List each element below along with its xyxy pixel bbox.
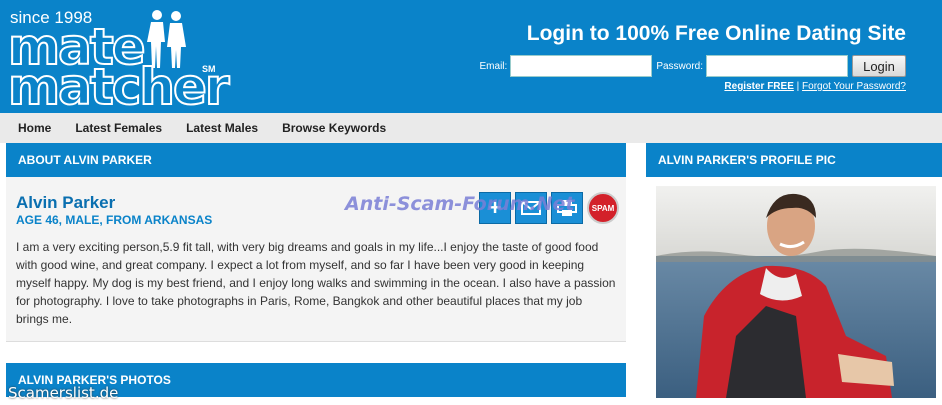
watermark-scamerslist: Scamerslist.de [8,384,119,402]
nav-item-latest-females[interactable]: Latest Females [75,121,162,135]
nav-item-browse-keywords[interactable]: Browse Keywords [282,121,386,135]
password-field[interactable] [706,55,848,77]
link-separator: | [796,81,800,92]
couple-silhouette-icon [147,10,186,68]
spam-report-button[interactable]: SPAM [587,192,619,224]
profile-pic-header: ALVIN PARKER'S PROFILE PIC [646,143,942,177]
forgot-password-link[interactable]: Forgot Your Password? [802,81,906,92]
nav-item-latest-males[interactable]: Latest Males [186,121,258,135]
login-links: Register FREE | Forgot Your Password? [724,81,906,92]
profile-name: Alvin Parker [16,193,116,212]
profile-photo-image [656,186,936,398]
register-free-link[interactable]: Register FREE [724,81,793,92]
logo-word-matcher: matcher [7,58,231,116]
password-label: Password: [656,60,703,72]
nav-item-home[interactable]: Home [18,121,51,135]
profile-summary: AGE 46, MALE, FROM ARKANSAS [16,213,213,227]
profile-bio: I am a very exciting person,5.9 fit tall… [16,240,616,326]
main-nav: Home Latest Females Latest Males Browse … [0,113,942,143]
about-section-header: ABOUT ALVIN PARKER [6,143,626,177]
logo-service-mark: SM [202,64,216,74]
login-button[interactable]: Login [852,55,906,77]
profile-photo[interactable] [656,186,936,398]
login-form: Email: Password: Login [480,55,906,77]
site-logo[interactable]: since 1998 mate matcher SM [7,8,231,113]
watermark-anti-scam: Anti-Scam-Forum.Net [345,193,575,215]
login-title: Login to 100% Free Online Dating Site [526,22,906,45]
site-header: since 1998 mate matcher SM Login to 100%… [0,0,942,113]
email-label: Email: [479,60,508,72]
email-field[interactable] [510,55,653,77]
